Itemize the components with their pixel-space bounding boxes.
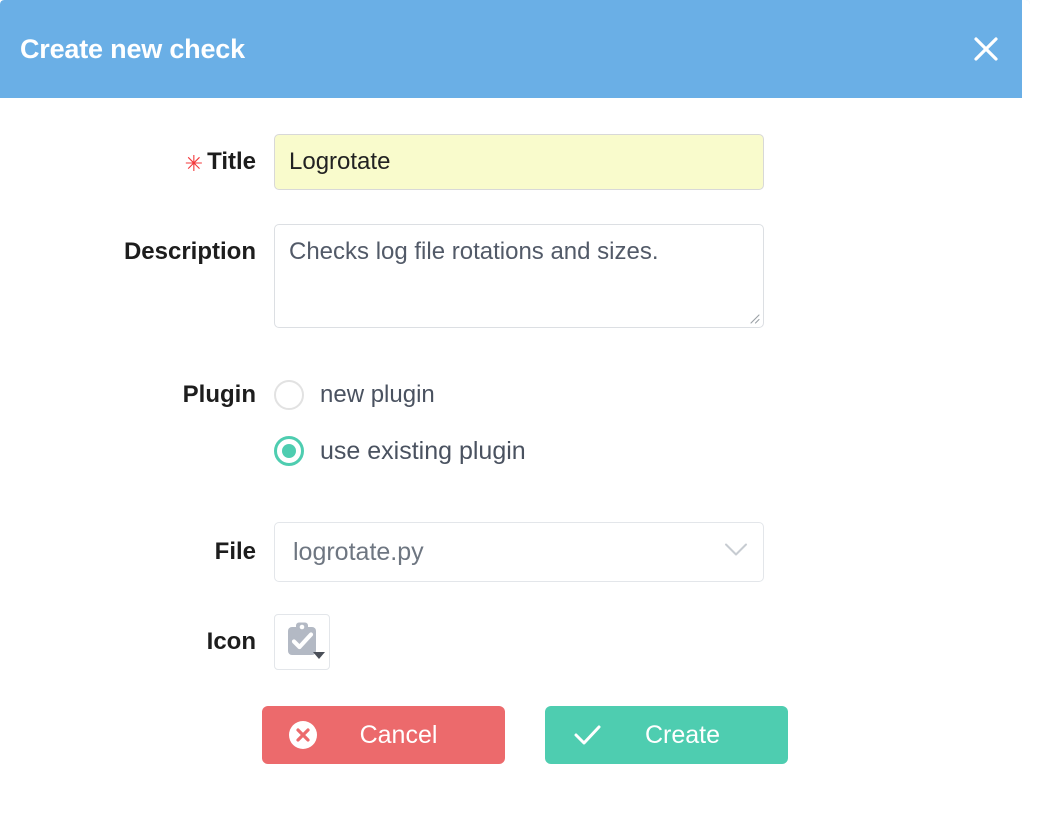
cancel-button[interactable]: Cancel	[262, 706, 505, 764]
radio-checked-icon	[274, 436, 304, 466]
title-label: ✳ Title	[0, 134, 256, 192]
radio-new-plugin-label: new plugin	[320, 381, 435, 408]
create-check-dialog: Create new check ✳Title Description	[0, 0, 1030, 838]
radio-use-existing-plugin-label: use existing plugin	[320, 436, 526, 465]
create-button-label: Create	[644, 720, 721, 749]
description-row: Description	[0, 224, 1030, 328]
icon-row: Icon	[0, 614, 1030, 670]
page-title: Create new check	[20, 33, 245, 64]
description-input[interactable]	[274, 224, 764, 328]
dialog-header: Create new check	[0, 0, 1030, 98]
radio-unchecked-icon	[274, 380, 304, 410]
radio-use-existing-plugin[interactable]: use existing plugin	[274, 430, 526, 472]
check-icon	[571, 720, 603, 750]
description-label: Description	[123, 238, 256, 265]
close-button[interactable]	[964, 27, 1008, 71]
cancel-button-label: Cancel	[359, 720, 438, 749]
icon-picker-button[interactable]	[274, 614, 330, 670]
file-row: File logrotate.py	[0, 522, 1030, 582]
required-asterisk-icon: ✳	[184, 151, 204, 176]
circle-x-icon	[288, 720, 318, 750]
description-control	[274, 224, 764, 328]
title-input[interactable]	[274, 134, 764, 190]
title-label-text: Title	[207, 148, 256, 175]
dialog-body: ✳Title Description Plugin	[0, 134, 1030, 764]
title-row: ✳ Title	[0, 134, 1030, 192]
file-label: File	[214, 538, 256, 565]
create-button[interactable]: Create	[545, 706, 788, 764]
radio-new-plugin[interactable]: new plugin	[274, 374, 526, 416]
close-icon	[972, 35, 1000, 63]
icon-label: Icon	[206, 628, 256, 655]
dialog-footer: Cancel Create	[0, 706, 1030, 764]
dialog-edge	[1022, 0, 1030, 98]
title-control	[274, 134, 764, 190]
file-select[interactable]: logrotate.py	[274, 522, 764, 582]
caret-down-icon	[312, 647, 326, 665]
plugin-radio-group: new plugin use existing plugin	[274, 374, 526, 472]
file-control: logrotate.py	[274, 522, 764, 582]
plugin-label: Plugin	[182, 381, 256, 408]
plugin-row: Plugin new plugin use existing plugin	[0, 374, 1030, 472]
